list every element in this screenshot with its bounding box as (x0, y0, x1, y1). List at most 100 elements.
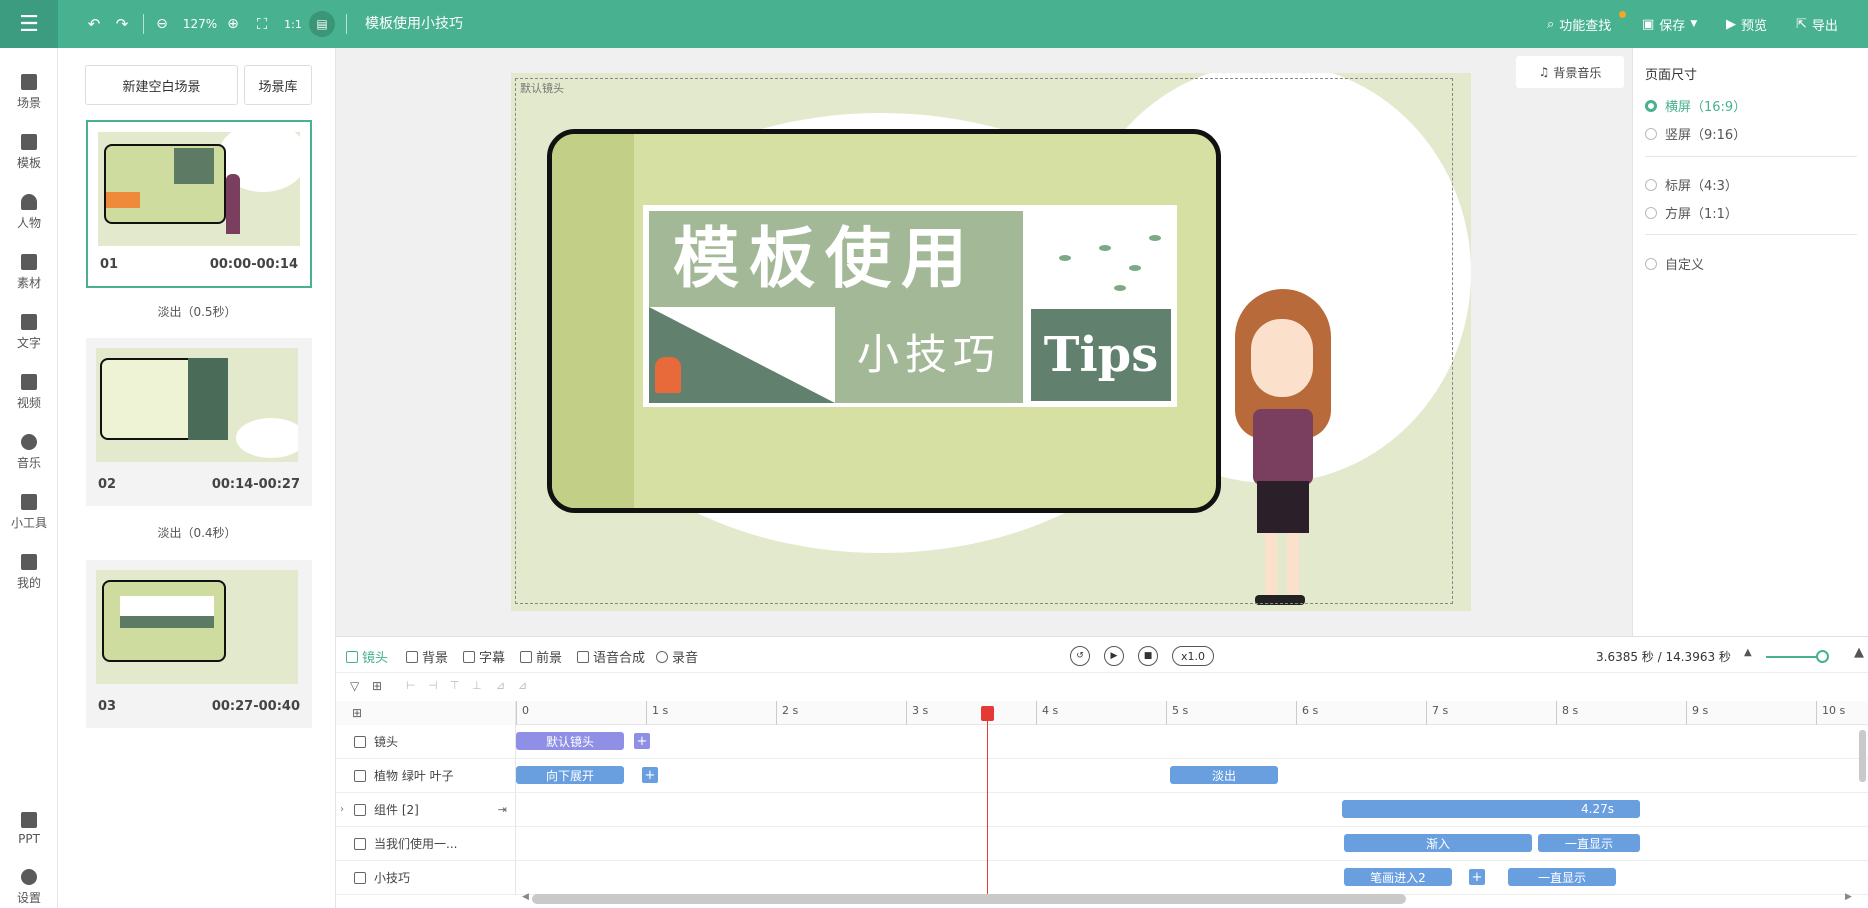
fullscreen-icon[interactable]: ⛶ (251, 0, 273, 48)
layout-icon[interactable]: ⊞ (352, 706, 362, 720)
save-button[interactable]: ▣ 保存 ▼ (1642, 0, 1697, 48)
track-label: 小技巧 (374, 871, 411, 885)
stack-icon[interactable]: ⊿ (496, 679, 505, 692)
timeline-clip[interactable]: 淡出 (1170, 766, 1278, 784)
default-camera-frame[interactable] (515, 78, 1453, 604)
rail-item-music[interactable]: 音乐 (0, 425, 58, 480)
ruler-tick: 5 s (1166, 701, 1188, 725)
track-name-text-tips[interactable]: 小技巧 (336, 861, 516, 895)
tab-speech-synthesis[interactable]: 语音合成 (577, 647, 645, 666)
rail-item-scene[interactable]: 场景 (0, 65, 58, 120)
rail-item-mine[interactable]: 我的 (0, 545, 58, 600)
ruler-tick: 0 (516, 701, 529, 725)
align-left-icon[interactable]: ⊢ (406, 679, 416, 692)
vertical-scrollbar[interactable] (1859, 730, 1866, 782)
timeline-clip[interactable]: 一直显示 (1508, 868, 1616, 886)
tab-background[interactable]: 背景 (406, 647, 448, 666)
scroll-right-arrow-icon[interactable]: ▶ (1845, 892, 1852, 902)
rail-item-video[interactable]: 视频 (0, 365, 58, 420)
playhead-line[interactable] (987, 708, 988, 895)
add-clip-button[interactable]: + (634, 733, 650, 749)
track-name-camera[interactable]: 镜头 (336, 725, 516, 759)
filter-icon[interactable]: ▽ (350, 679, 359, 693)
microphone-icon (656, 650, 668, 663)
default-camera-label: 默认镜头 (520, 82, 564, 95)
timeline-clip[interactable]: 一直显示 (1538, 834, 1640, 852)
hamburger-menu-icon[interactable]: ☰ (0, 0, 58, 48)
tab-foreground[interactable]: 前景 (520, 647, 562, 666)
background-music-button[interactable]: ♫ 背景音乐 (1516, 56, 1624, 88)
music-icon (21, 434, 37, 450)
project-title[interactable]: 模板使用小技巧 (365, 0, 463, 48)
zoom-out-icon[interactable]: ⊖ (152, 0, 172, 48)
add-clip-button[interactable]: + (1469, 869, 1485, 885)
track-name-plant[interactable]: 植物 绿叶 叶子 (336, 759, 516, 793)
playback-speed-button[interactable]: x1.0 (1172, 646, 1214, 666)
distribute-icon[interactable]: ⊥ (472, 679, 482, 692)
timeline-clip[interactable]: 渐入 (1344, 834, 1532, 852)
horizontal-scrollbar[interactable] (532, 894, 1406, 904)
scene-card-02[interactable]: 02 00:14-00:27 (86, 338, 312, 506)
chevron-right-icon[interactable]: › (340, 804, 344, 815)
scene-card-03[interactable]: 03 00:27-00:40 (86, 560, 312, 728)
transition-label[interactable]: 淡出（0.5秒） (58, 303, 336, 320)
ungroup-icon[interactable]: ⇥ (498, 803, 507, 816)
track-name-component-group[interactable]: › 组件 [2] ⇥ (336, 793, 516, 827)
new-blank-scene-button[interactable]: 新建空白场景 (85, 65, 238, 105)
timeline-clip[interactable]: 向下展开 (516, 766, 624, 784)
radio-square-1-1[interactable]: 方屏（1:1） (1645, 203, 1738, 222)
transition-label[interactable]: 淡出（0.4秒） (58, 524, 336, 541)
scene-card-01[interactable]: 01 00:00-00:14 (86, 120, 312, 288)
tab-subtitle[interactable]: 字幕 (463, 647, 505, 666)
zoom-out-mountain-icon[interactable]: ▲ (1744, 647, 1752, 658)
actual-size-icon[interactable]: 1:1 (281, 0, 305, 48)
rail-item-ppt[interactable]: PPT (0, 801, 58, 856)
align-center-icon[interactable]: ⊣ (428, 679, 438, 692)
rewind-icon[interactable]: ↺ (1070, 646, 1090, 666)
rail-item-settings[interactable]: 设置 (0, 860, 58, 908)
feature-search-button[interactable]: ⌕ 功能查找 (1547, 0, 1611, 48)
save-label: 保存 (1659, 18, 1686, 34)
toolbox-icon (21, 494, 37, 510)
radio-landscape-16-9[interactable]: 横屏（16:9） (1645, 96, 1746, 115)
undo-icon[interactable]: ↶ (82, 0, 106, 48)
export-button[interactable]: ⇱ 导出 (1796, 0, 1838, 48)
align-right-icon[interactable]: ⊤ (450, 679, 460, 692)
app-window: ☰ ↶ ↷ ⊖ 127% ⊕ ⛶ 1:1 ▤ 模板使用小技巧 ⌕ 功能查找 ▣ … (0, 0, 1868, 908)
radio-portrait-9-16[interactable]: 竖屏（9:16） (1645, 124, 1746, 143)
rail-item-character[interactable]: 人物 (0, 185, 58, 240)
preview-button[interactable]: ▶ 预览 (1726, 0, 1767, 48)
redo-icon[interactable]: ↷ (110, 0, 134, 48)
timeline-clip[interactable]: 笔画进入2 (1344, 868, 1452, 886)
radio-circle (1645, 257, 1657, 270)
tab-camera[interactable]: 镜头 (346, 647, 388, 666)
timeline-clip[interactable]: 默认镜头 (516, 732, 624, 750)
add-clip-button[interactable]: + (642, 767, 658, 783)
playhead-handle[interactable] (981, 706, 994, 721)
stack-alt-icon[interactable]: ⊿ (518, 679, 527, 692)
play-icon[interactable]: ▶ (1104, 646, 1124, 666)
group-icon[interactable]: ⊞ (372, 679, 382, 693)
rail-item-tools[interactable]: 小工具 (0, 485, 58, 540)
radio-standard-4-3[interactable]: 标屏（4:3） (1645, 175, 1738, 194)
upload-icon (21, 554, 37, 570)
ruler-tick: 7 s (1426, 701, 1448, 725)
zoom-in-mountain-icon[interactable]: ▲ (1854, 645, 1864, 660)
tab-recording[interactable]: 录音 (656, 647, 698, 666)
scroll-left-arrow-icon[interactable]: ◀ (522, 892, 529, 902)
zoom-in-icon[interactable]: ⊕ (223, 0, 243, 48)
rail-item-template[interactable]: 模板 (0, 125, 58, 180)
radio-circle (1645, 99, 1657, 112)
track-name-text-when-we-use[interactable]: 当我们使用一... (336, 827, 516, 861)
scene-library-button[interactable]: 场景库 (244, 65, 312, 105)
stop-icon[interactable]: ■ (1138, 646, 1158, 666)
rail-item-text[interactable]: 文字 (0, 305, 58, 360)
time-ruler[interactable]: 0 1 s 2 s 3 s 4 s 5 s 6 s 7 s 8 s 9 s 10… (516, 701, 1868, 725)
timeline-clip[interactable]: 4.27s (1342, 800, 1640, 818)
ruler-toggle-icon[interactable]: ▤ (309, 11, 335, 37)
rail-item-material[interactable]: 素材 (0, 245, 58, 300)
slider-knob[interactable] (1816, 650, 1829, 663)
page-size-title: 页面尺寸 (1645, 68, 1698, 83)
radio-custom[interactable]: 自定义 (1645, 254, 1704, 273)
zoom-level: 127% (182, 17, 218, 31)
